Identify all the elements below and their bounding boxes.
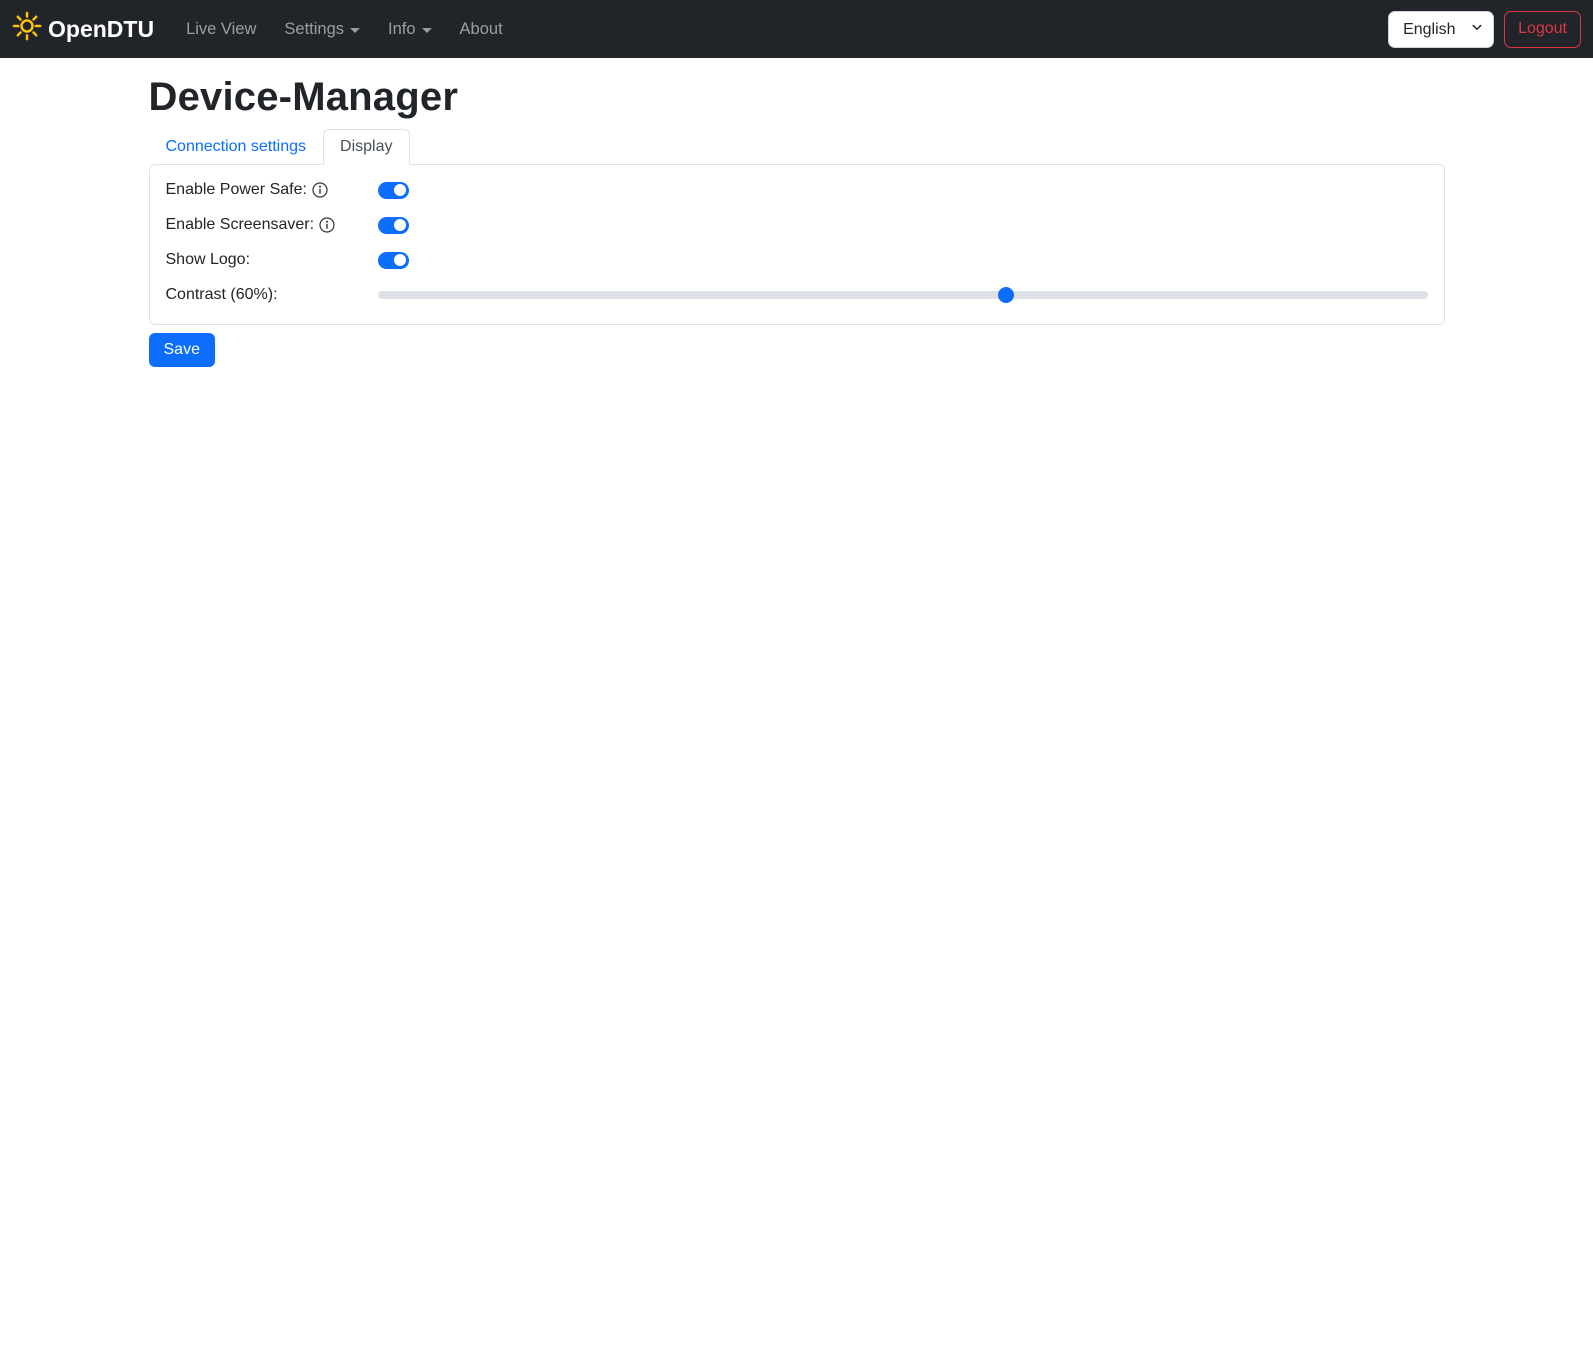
nav-item-label: About (459, 19, 503, 38)
contrast-label: Contrast (60%): (165, 286, 278, 303)
screensaver-label-wrap: Enable Screensaver: (166, 216, 378, 234)
nav-item-about[interactable]: About (446, 12, 517, 47)
nav-item-label: Info (388, 19, 416, 38)
power-safe-toggle[interactable] (377, 181, 409, 199)
nav-links: Live View Settings Info About (172, 12, 1388, 47)
show-logo-control (377, 251, 1428, 269)
tab-bar: Connection settings Display (149, 129, 1445, 165)
brand-link[interactable]: OpenDTU (12, 11, 154, 47)
sun-icon (12, 11, 42, 47)
display-settings-card: Enable Power Safe: Enable Screensaver: S… (148, 164, 1445, 325)
language-select[interactable]: English (1388, 10, 1495, 48)
show-logo-toggle[interactable] (377, 251, 409, 269)
form-row-show-logo: Show Logo: (166, 251, 1428, 269)
show-logo-label: Show Logo: (165, 251, 251, 268)
screensaver-control (377, 216, 1428, 234)
navbar: OpenDTU Live View Settings Info About En… (0, 0, 1593, 58)
nav-item-live-view[interactable]: Live View (172, 12, 270, 47)
navbar-right: English Logout (1388, 10, 1581, 48)
nav-item-label: Live View (186, 19, 257, 38)
nav-item-settings[interactable]: Settings (270, 12, 374, 47)
page-title: Device-Manager (148, 75, 459, 119)
screensaver-label: Enable Screensaver: (165, 216, 315, 233)
power-safe-control (377, 181, 1428, 199)
caret-down-icon (421, 27, 432, 33)
save-button[interactable]: Save (148, 333, 215, 367)
language-select-wrap: English (1388, 10, 1495, 48)
contrast-label-wrap: Contrast (60%): (166, 286, 378, 304)
nav-item-info[interactable]: Info (374, 12, 446, 47)
tab-display[interactable]: Display (323, 129, 410, 165)
main-content: Device-Manager Connection settings Displ… (137, 75, 1457, 367)
caret-down-icon (350, 27, 361, 33)
screensaver-toggle[interactable] (377, 216, 409, 234)
tab-connection-settings[interactable]: Connection settings (149, 129, 324, 165)
form-row-screensaver: Enable Screensaver: (166, 216, 1428, 234)
power-safe-label-wrap: Enable Power Safe: (166, 181, 378, 199)
contrast-slider[interactable] (377, 287, 1428, 303)
nav-item-label: Settings (284, 19, 345, 38)
info-icon[interactable] (319, 217, 335, 233)
power-safe-label: Enable Power Safe: (165, 181, 307, 198)
contrast-control (377, 287, 1428, 303)
form-row-power-safe: Enable Power Safe: (166, 181, 1428, 199)
info-icon[interactable] (312, 182, 328, 198)
logout-button[interactable]: Logout (1504, 10, 1581, 48)
show-logo-label-wrap: Show Logo: (166, 251, 378, 269)
brand-label: OpenDTU (48, 15, 155, 42)
form-row-contrast: Contrast (60%): (166, 286, 1428, 304)
